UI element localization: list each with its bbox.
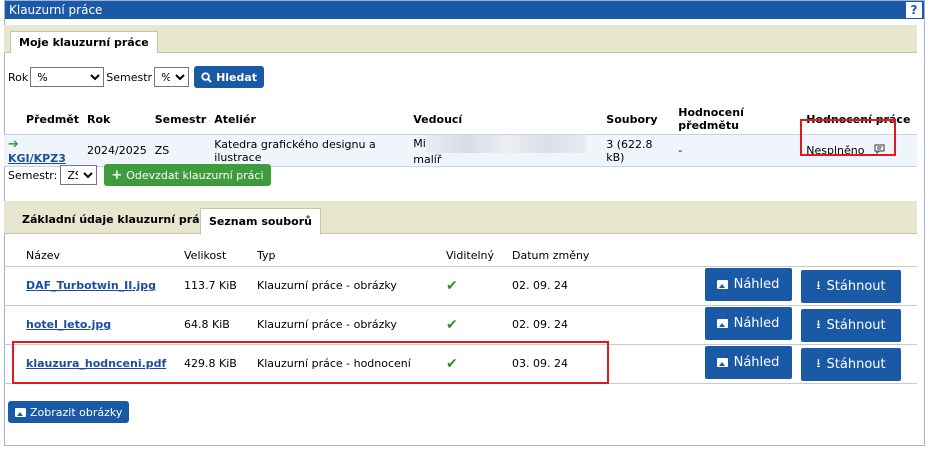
download-icon: ⭳: [816, 278, 821, 292]
image-icon: [716, 319, 728, 328]
semestr-select[interactable]: %: [154, 67, 190, 87]
submit-bar: Semestr: ZS + Odevzdat klauzurní práci: [2, 164, 271, 186]
preview-button[interactable]: Náhled: [704, 307, 792, 340]
file-type: Klauzurní práce - obrázky: [253, 266, 442, 306]
col-vedouci: Vedoucí: [413, 112, 463, 126]
download-button[interactable]: ⭳ Stáhnout: [801, 309, 901, 342]
preview-label: Náhled: [733, 316, 780, 331]
image-icon: [15, 407, 26, 417]
redacted-name: [425, 135, 586, 153]
col-viditelny: Viditelný: [442, 246, 508, 267]
files-cell: 3 (622.8 kB): [602, 134, 675, 167]
submit-semestr-select[interactable]: ZS: [60, 165, 98, 185]
tab-moje-klauzurni-prace[interactable]: Moje klauzurní práce: [10, 31, 158, 54]
col-soubory: Soubory: [606, 112, 658, 126]
leader-cell: Mi malíř: [409, 134, 603, 167]
file-type: Klauzurní práce - obrázky: [253, 305, 442, 345]
file-link[interactable]: hotel_leto.jpg: [26, 318, 111, 331]
download-label: Stáhnout: [826, 279, 886, 294]
col-rok: Rok: [87, 112, 111, 126]
table-row[interactable]: ➔ KGI/KPZ3 2024/2025 ZS Katedra grafické…: [4, 134, 917, 167]
download-label: Stáhnout: [826, 357, 886, 372]
submit-work-button[interactable]: + Odevzdat klauzurní práci: [104, 164, 271, 186]
file-size: 64.8 KiB: [180, 305, 253, 345]
col-atelier: Ateliér: [214, 112, 256, 126]
file-size: 113.7 KiB: [180, 266, 253, 306]
submit-semestr-label: Semestr:: [8, 168, 58, 182]
plus-icon: +: [111, 167, 123, 183]
download-icon: ⭳: [816, 356, 821, 370]
table-row: hotel_leto.jpg 64.8 KiB Klauzurní práce …: [4, 305, 917, 345]
search-button-label: Hledat: [216, 70, 258, 84]
tab-zakladni-udaje[interactable]: Základní údaje klauzurní práce: [14, 209, 222, 232]
window-title: Klauzurní práce: [9, 3, 103, 17]
show-images-button[interactable]: Zobrazit obrázky: [8, 401, 130, 423]
download-button[interactable]: ⭳ Stáhnout: [801, 270, 901, 303]
table-row: DAF_Turbotwin_II.jpg 113.7 KiB Klauzurní…: [4, 266, 917, 306]
works-table: Předmět Rok Semestr Ateliér Vedoucí Soub…: [4, 104, 917, 167]
submit-work-label: Odevzdat klauzurní práci: [126, 168, 264, 182]
show-images-label: Zobrazit obrázky: [30, 405, 123, 419]
tab-seznam-souboru[interactable]: Seznam souborů: [200, 208, 321, 235]
preview-label: Náhled: [733, 355, 780, 370]
window-titlebar: Klauzurní práce ?: [5, 1, 924, 19]
detail-tabbar: Základní údaje klauzurní práce Seznam so…: [4, 201, 917, 235]
files-table-header: Název Velikost Typ Viditelný Datum změny: [4, 246, 917, 267]
download-button[interactable]: ⭳ Stáhnout: [801, 348, 901, 381]
highlight-box-file: [12, 341, 609, 384]
col-datum-zmeny: Datum změny: [508, 246, 668, 267]
leader-prefix: Mi: [413, 137, 426, 150]
semestr-label: Semestr: [106, 70, 153, 84]
highlight-box-rating: [800, 119, 896, 156]
preview-button[interactable]: Náhled: [704, 346, 792, 379]
col-hodnoceni-predmetu: Hodnocení předmětu: [678, 106, 744, 132]
preview-button[interactable]: Náhled: [704, 268, 792, 301]
rok-label: Rok: [8, 70, 29, 84]
file-date: 02. 09. 24: [508, 266, 668, 306]
top-tabbar: Moje klauzurní práce: [4, 25, 917, 54]
col-predmet: Předmět: [26, 112, 80, 126]
check-icon: ✔: [446, 316, 458, 333]
search-icon: [201, 71, 212, 83]
image-icon: [716, 358, 728, 367]
works-table-header: Předmět Rok Semestr Ateliér Vedoucí Soub…: [4, 104, 917, 135]
image-icon: [716, 280, 728, 289]
col-velikost: Velikost: [180, 246, 253, 267]
leader-suffix: malíř: [413, 153, 442, 166]
subject-rating-cell: -: [674, 134, 803, 167]
subject-link[interactable]: KGI/KPZ3: [8, 152, 66, 165]
col-typ: Typ: [253, 246, 442, 267]
preview-label: Náhled: [733, 277, 780, 292]
search-button[interactable]: Hledat: [194, 66, 265, 88]
semester-cell: ZS: [150, 134, 211, 167]
col-actions: [668, 246, 917, 267]
check-icon: ✔: [446, 277, 458, 294]
help-button[interactable]: ?: [906, 2, 922, 18]
col-semestr: Semestr: [154, 112, 207, 126]
filters-bar: Rok % Semestr % Hledat: [2, 66, 265, 88]
col-nazev: Název: [4, 246, 180, 267]
atelier-cell: Katedra grafického designu a ilustrace: [210, 134, 410, 167]
rok-select[interactable]: %: [30, 67, 105, 87]
file-link[interactable]: DAF_Turbotwin_II.jpg: [26, 279, 156, 292]
year-cell: 2024/2025: [83, 134, 151, 167]
file-date: 02. 09. 24: [508, 305, 668, 345]
download-label: Stáhnout: [826, 318, 886, 333]
arrow-right-icon: ➔: [8, 136, 19, 152]
download-icon: ⭳: [816, 317, 821, 331]
